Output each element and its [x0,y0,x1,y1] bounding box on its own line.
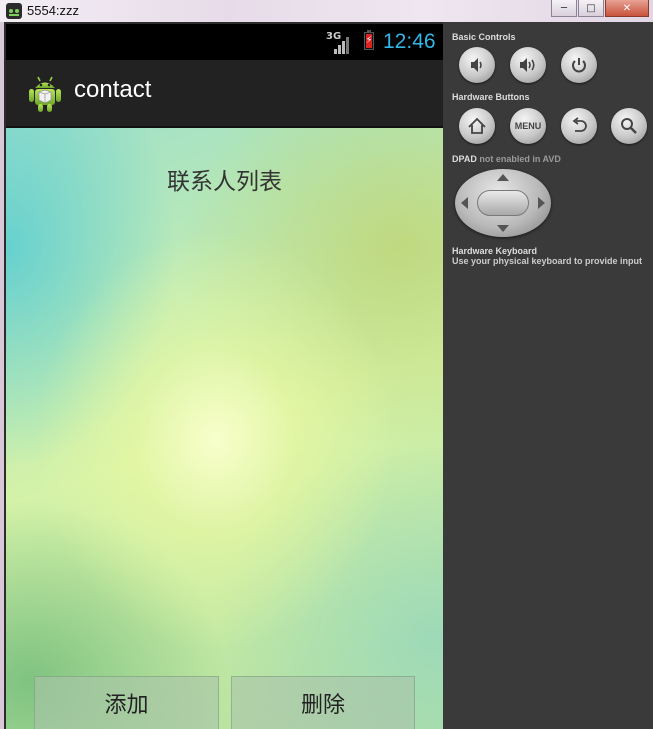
hardware-buttons-label: Hardware Buttons [452,92,530,102]
dpad-control[interactable] [455,169,551,237]
app-title: contact [74,76,152,103]
dpad-left-icon [461,197,468,209]
action-bar: contact [6,60,443,128]
home-icon [468,117,486,134]
signal-icon [334,36,352,54]
hardware-keyboard-label: Hardware Keyboard [452,246,538,256]
minimize-button[interactable]: ─ [551,0,577,17]
battery-icon: ⚡ [364,30,374,50]
status-bar: 3G ⚡ 12:46 [6,24,443,60]
window-controls: ─ □ ✕ [550,0,649,17]
hardware-keyboard-hint: Use your physical keyboard to provide in… [452,256,643,266]
dpad-right-icon [538,197,545,209]
dpad-center-button[interactable] [477,190,529,216]
main-content: 联系人列表 添加 删除 [6,128,443,729]
volume-up-icon [520,58,535,72]
delete-button[interactable]: 删除 [231,676,415,729]
search-icon [621,118,637,134]
dpad-up-icon [497,174,509,181]
menu-icon: MENU [514,121,542,131]
dpad-status: not enabled in AVD [479,154,561,164]
add-button[interactable]: 添加 [34,676,219,729]
emulator-controls-panel: Basic Controls Hardware Buttons MENU DPA… [443,22,653,729]
power-button[interactable] [561,47,597,83]
power-icon [572,58,586,73]
android-robot-icon [29,76,61,112]
emulator-app-icon [6,3,22,19]
status-clock: 12:46 [383,30,436,53]
volume-down-icon [471,58,482,72]
device-screen[interactable]: 3G ⚡ 12:46 contact 联系人列表 添加 删除 [6,24,443,729]
volume-down-button[interactable] [459,47,495,83]
emulator-frame: 3G ⚡ 12:46 contact 联系人列表 添加 删除 Basic Con… [4,22,653,729]
dpad-down-icon [497,225,509,232]
close-button[interactable]: ✕ [605,0,649,17]
search-button[interactable] [611,108,647,144]
back-icon [572,117,587,132]
window-title: 5554:zzz [27,3,80,18]
dpad-title: DPAD [452,154,477,164]
home-button[interactable] [459,108,495,144]
back-button[interactable] [561,108,597,144]
dpad-label: DPAD not enabled in AVD [452,154,561,164]
volume-up-button[interactable] [510,47,546,83]
contact-list-title: 联系人列表 [167,169,282,195]
maximize-button[interactable]: □ [578,0,604,17]
basic-controls-label: Basic Controls [452,32,516,42]
menu-button[interactable]: MENU [510,108,546,144]
battery-charging-icon: ⚡ [365,35,373,46]
window-title-bar: 5554:zzz ─ □ ✕ [0,0,653,22]
